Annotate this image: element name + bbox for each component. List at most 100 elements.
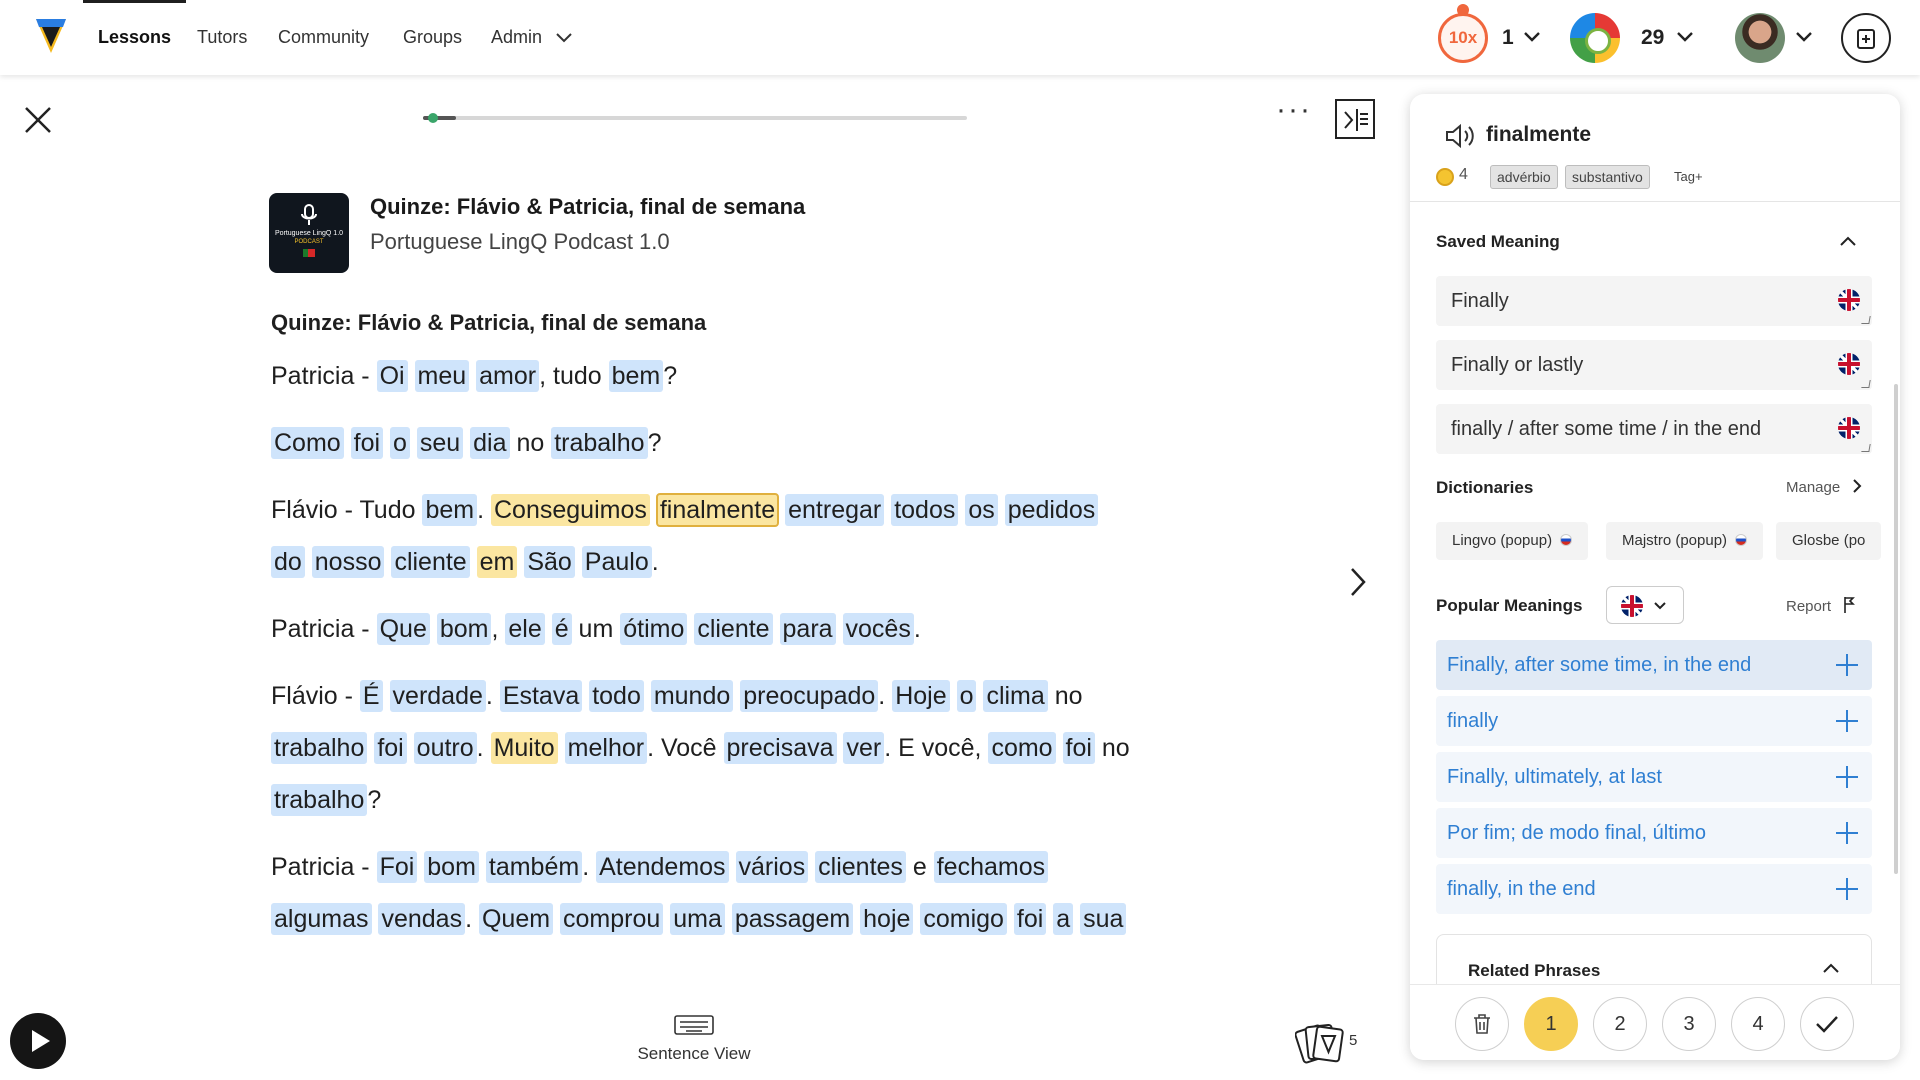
- lesson-word[interactable]: bem: [608, 360, 664, 392]
- popular-meaning-row[interactable]: finally: [1436, 696, 1872, 746]
- add-meaning-icon[interactable]: [1836, 822, 1858, 844]
- lesson-word[interactable]: vários: [735, 851, 809, 883]
- lesson-word[interactable]: para: [779, 613, 836, 645]
- lesson-word[interactable]: Que: [376, 613, 430, 645]
- lesson-word[interactable]: passagem: [731, 903, 854, 935]
- lesson-word[interactable]: seu: [416, 427, 464, 459]
- progress-marker[interactable]: [428, 113, 438, 123]
- lesson-word[interactable]: preocupado: [740, 680, 879, 712]
- resize-handle-icon[interactable]: [1861, 380, 1871, 388]
- chevron-up-icon[interactable]: [1838, 234, 1858, 248]
- lesson-word[interactable]: a: [1053, 903, 1074, 935]
- saved-meaning-field[interactable]: finally / after some time / in the end: [1436, 404, 1872, 454]
- lesson-word[interactable]: hoje: [860, 903, 914, 935]
- lesson-word[interactable]: verdade: [389, 680, 486, 712]
- dictionary-glosbe[interactable]: Glosbe (po: [1776, 522, 1882, 560]
- lesson-word[interactable]: vendas: [378, 903, 466, 935]
- lingq-logo-icon[interactable]: [33, 16, 69, 56]
- resize-handle-icon[interactable]: [1861, 444, 1871, 452]
- lesson-word[interactable]: também: [485, 851, 583, 883]
- lesson-title[interactable]: Quinze: Flávio & Patricia, final de sema…: [370, 194, 805, 220]
- lesson-word[interactable]: cliente: [391, 546, 470, 578]
- add-meaning-icon[interactable]: [1836, 878, 1858, 900]
- lesson-word[interactable]: ele: [505, 613, 545, 645]
- lesson-word[interactable]: foi: [1013, 903, 1047, 935]
- lesson-word[interactable]: É: [359, 680, 383, 712]
- meaning-language-select[interactable]: [1606, 586, 1684, 624]
- lesson-word[interactable]: São: [524, 546, 575, 578]
- status-level-2[interactable]: 2: [1593, 997, 1647, 1051]
- saved-meaning-field[interactable]: Finally: [1436, 276, 1872, 326]
- nav-groups[interactable]: Groups: [403, 0, 462, 75]
- lesson-word[interactable]: em: [476, 546, 518, 578]
- lesson-word[interactable]: bom: [436, 613, 492, 645]
- lesson-word[interactable]: foi: [1062, 732, 1095, 764]
- coins-chevron-icon[interactable]: [1676, 31, 1694, 43]
- lesson-word[interactable]: do: [271, 546, 305, 578]
- lesson-word[interactable]: bom: [424, 851, 479, 883]
- streak-badge[interactable]: 10x: [1438, 13, 1488, 63]
- tag-substantivo[interactable]: substantivo: [1565, 165, 1650, 189]
- panel-scrollbar[interactable]: [1894, 384, 1898, 874]
- lesson-word[interactable]: todo: [589, 680, 644, 712]
- nav-tutors[interactable]: Tutors: [197, 0, 247, 75]
- lesson-word[interactable]: é: [551, 613, 572, 645]
- lesson-word[interactable]: os: [965, 494, 998, 526]
- selected-word[interactable]: finalmente: [655, 493, 780, 527]
- report-button[interactable]: Report: [1786, 596, 1856, 615]
- lesson-word[interactable]: Quem: [478, 903, 554, 935]
- lesson-word[interactable]: todos: [891, 494, 959, 526]
- add-meaning-icon[interactable]: [1836, 766, 1858, 788]
- lesson-word[interactable]: foi: [350, 427, 384, 459]
- play-audio-button[interactable]: [10, 1013, 66, 1069]
- lesson-word[interactable]: Atendemos: [596, 851, 729, 883]
- lesson-word[interactable]: fechamos: [933, 851, 1049, 883]
- saved-meaning-field[interactable]: Finally or lastly: [1436, 340, 1872, 390]
- add-meaning-icon[interactable]: [1836, 654, 1858, 676]
- lesson-word[interactable]: ver: [843, 732, 885, 764]
- lesson-word[interactable]: uma: [670, 903, 725, 935]
- lesson-progress-bar[interactable]: [423, 113, 967, 123]
- avatar[interactable]: [1735, 13, 1785, 63]
- lesson-word[interactable]: precisava: [723, 732, 837, 764]
- add-tag-button[interactable]: Tag+: [1674, 169, 1703, 184]
- import-lesson-button[interactable]: [1841, 13, 1891, 63]
- mark-known-button[interactable]: [1800, 997, 1854, 1051]
- manage-dictionaries-link[interactable]: Manage: [1786, 478, 1862, 496]
- lesson-word[interactable]: outro: [413, 732, 477, 764]
- tag-adverbio[interactable]: advérbio: [1490, 165, 1558, 189]
- lesson-word[interactable]: pedidos: [1004, 494, 1099, 526]
- coins-badge-icon[interactable]: [1570, 13, 1620, 63]
- lesson-word[interactable]: Conseguimos: [491, 494, 650, 526]
- lesson-word[interactable]: vocês: [842, 613, 914, 645]
- close-icon[interactable]: [22, 104, 54, 136]
- lesson-word[interactable]: trabalho: [271, 732, 368, 764]
- lesson-word[interactable]: meu: [414, 360, 470, 392]
- delete-lingq-button[interactable]: [1455, 997, 1509, 1051]
- popular-meaning-row[interactable]: Finally, after some time, in the end: [1436, 640, 1872, 690]
- lesson-word[interactable]: Paulo: [581, 546, 652, 578]
- lesson-word[interactable]: amor: [476, 360, 540, 392]
- lesson-word[interactable]: algumas: [271, 903, 372, 935]
- sentence-view-button[interactable]: Sentence View: [622, 1015, 766, 1064]
- lesson-word[interactable]: Como: [271, 427, 344, 459]
- status-level-3[interactable]: 3: [1662, 997, 1716, 1051]
- status-level-1[interactable]: 1: [1524, 997, 1578, 1051]
- lesson-word[interactable]: o: [956, 680, 977, 712]
- lesson-word[interactable]: comigo: [920, 903, 1007, 935]
- chevron-up-icon[interactable]: [1821, 961, 1841, 975]
- lesson-word[interactable]: o: [390, 427, 410, 459]
- dictionary-lingvo[interactable]: Lingvo (popup): [1436, 522, 1589, 560]
- lesson-word[interactable]: nosso: [311, 546, 385, 578]
- lesson-word[interactable]: trabalho: [551, 427, 648, 459]
- lesson-word[interactable]: entregar: [785, 494, 885, 526]
- lesson-word[interactable]: Foi: [376, 851, 418, 883]
- profile-chevron-icon[interactable]: [1795, 31, 1813, 43]
- lesson-word[interactable]: como: [988, 732, 1056, 764]
- lesson-word[interactable]: comprou: [560, 903, 664, 935]
- lesson-word[interactable]: clima: [983, 680, 1048, 712]
- lesson-word[interactable]: foi: [374, 732, 407, 764]
- popular-meaning-row[interactable]: Por fim; de modo final, último: [1436, 808, 1872, 858]
- popular-meaning-row[interactable]: finally, in the end: [1436, 864, 1872, 914]
- add-meaning-icon[interactable]: [1836, 710, 1858, 732]
